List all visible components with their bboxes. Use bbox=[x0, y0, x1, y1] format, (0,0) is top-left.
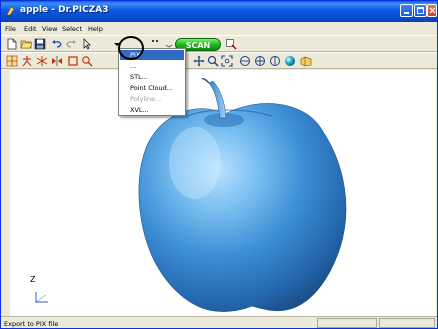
maximize-button[interactable] bbox=[414, 4, 427, 17]
rotate-z-icon[interactable] bbox=[269, 55, 281, 67]
highlight-circle bbox=[118, 36, 144, 60]
pan-icon[interactable] bbox=[193, 55, 205, 67]
tool-star-icon[interactable] bbox=[36, 55, 48, 67]
redo-icon[interactable] bbox=[65, 38, 77, 50]
window-title: apple - Dr.PICZA3 bbox=[20, 5, 109, 15]
close-button[interactable] bbox=[427, 4, 437, 17]
view-toolbar bbox=[1, 52, 437, 69]
tool-mirror-icon[interactable] bbox=[51, 55, 63, 67]
layout-icon[interactable] bbox=[225, 38, 237, 50]
zoom-icon[interactable] bbox=[207, 55, 219, 67]
tool-zoom-box-icon[interactable] bbox=[81, 55, 93, 67]
status-panel-2 bbox=[379, 318, 435, 328]
open-folder-icon[interactable] bbox=[20, 38, 32, 50]
menu-edit[interactable]: Edit bbox=[24, 25, 37, 33]
pointer-icon[interactable] bbox=[81, 38, 93, 50]
tool-grid-icon[interactable] bbox=[6, 55, 18, 67]
app-window: apple - Dr.PICZA3 File Edit View Select … bbox=[0, 0, 438, 329]
menu-item-stl[interactable]: STL... bbox=[120, 72, 184, 82]
maximize-icon bbox=[417, 7, 424, 14]
3d-viewport[interactable]: Z bbox=[10, 70, 436, 316]
app-icon bbox=[6, 6, 15, 17]
rotate-y-icon[interactable] bbox=[254, 55, 266, 67]
menu-item-xvl[interactable]: XVL... bbox=[120, 105, 184, 115]
minimize-button[interactable] bbox=[400, 4, 413, 17]
menu-item-polyline: Polyline... bbox=[130, 95, 162, 103]
undo-icon[interactable] bbox=[51, 38, 63, 50]
close-icon bbox=[429, 7, 436, 14]
tool-figure-icon[interactable] bbox=[21, 55, 33, 67]
new-file-icon[interactable] bbox=[6, 38, 18, 50]
minimize-icon bbox=[404, 12, 409, 14]
menu-file[interactable]: File bbox=[5, 25, 16, 33]
menu-select[interactable]: Select bbox=[62, 25, 82, 33]
status-panel-1 bbox=[317, 318, 377, 328]
tool-select-box-icon[interactable] bbox=[67, 55, 79, 67]
menu-item-unnamed[interactable]: ... bbox=[120, 61, 184, 71]
shading-sphere-icon[interactable] bbox=[284, 55, 296, 67]
save-icon[interactable] bbox=[34, 38, 46, 50]
axis-z-label: Z bbox=[30, 275, 36, 284]
rotate-x-icon[interactable] bbox=[239, 55, 251, 67]
render-settings-icon[interactable] bbox=[300, 55, 312, 67]
main-toolbar: SCAN bbox=[1, 35, 437, 52]
fit-view-icon[interactable] bbox=[221, 55, 233, 67]
title-bar[interactable]: apple - Dr.PICZA3 bbox=[1, 1, 437, 22]
status-text: Export to PIX file bbox=[4, 320, 59, 328]
apple-model bbox=[35, 78, 347, 312]
menu-item-point-cloud[interactable]: Point Cloud... bbox=[120, 83, 184, 93]
status-bar: Export to PIX file bbox=[1, 316, 437, 328]
menu-help[interactable]: Help bbox=[88, 25, 103, 33]
menu-bar: File Edit View Select Help bbox=[1, 22, 437, 35]
menu-view[interactable]: View bbox=[42, 25, 57, 33]
